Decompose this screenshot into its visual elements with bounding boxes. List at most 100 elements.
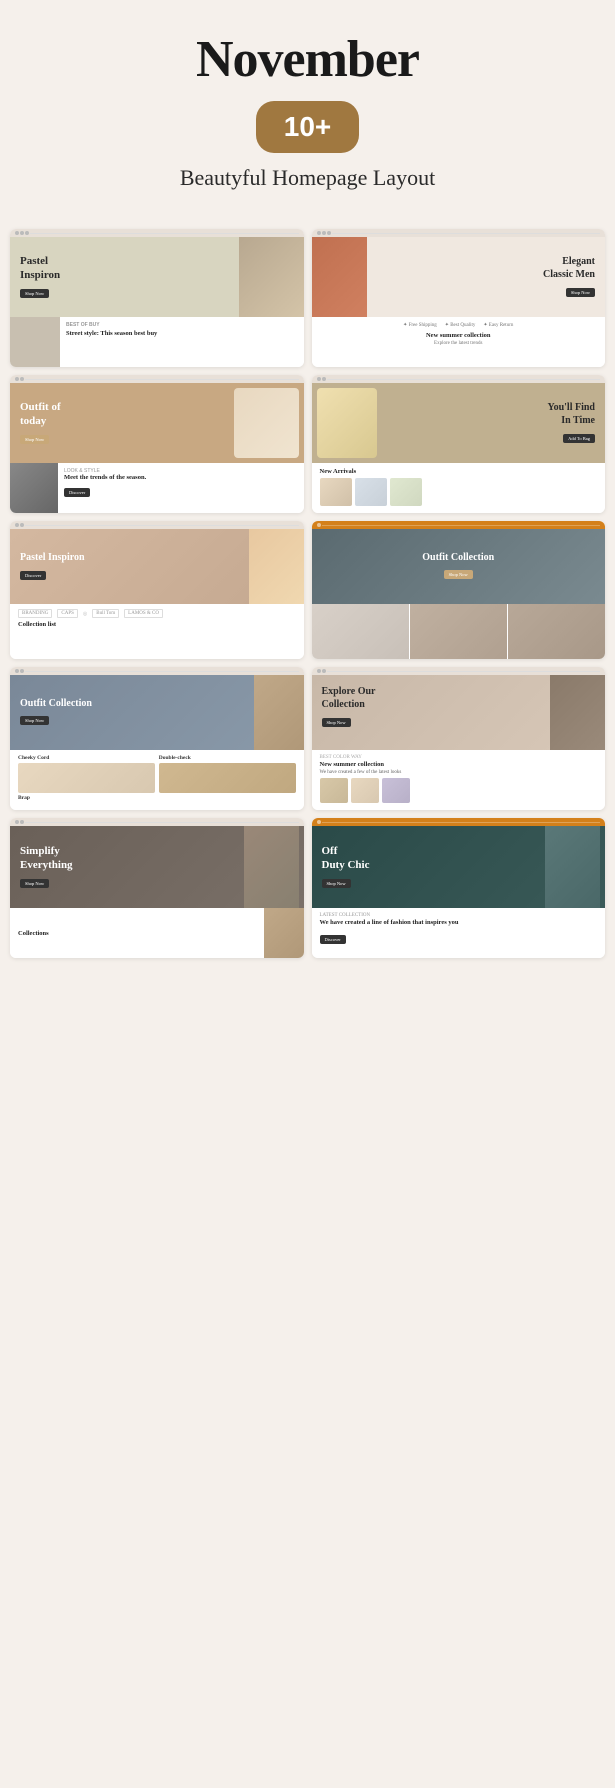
product-images-row: [320, 778, 598, 803]
nav-dot: [15, 669, 19, 673]
sub-title: New summer collection: [426, 332, 491, 339]
card-navbar: [312, 375, 606, 383]
sub-section: ✦ Free Shipping ✦ Best Quality ✦ Easy Re…: [312, 317, 606, 367]
hero-image: [254, 675, 304, 750]
nav-line: [332, 233, 601, 234]
layout-card-outfit-today[interactable]: Outfit oftoday Shop Now LOOK & STYLE Mee…: [10, 375, 304, 513]
card-navbar: [10, 521, 304, 529]
hero-title: Explore OurCollection: [322, 685, 376, 711]
layout-card-elegant-classic[interactable]: ElegantClassic Men Shop Now ✦ Free Shipp…: [312, 229, 606, 367]
hero-cta-button[interactable]: Shop Now: [322, 879, 351, 888]
nav-line: [25, 379, 299, 380]
products-row: Cheeky Cord Double-check: [18, 755, 296, 793]
page-subtitle: Beautyful Homepage Layout: [180, 165, 435, 191]
count-badge: 10+: [256, 101, 360, 153]
card-navbar: [10, 229, 304, 237]
nav-line: [30, 233, 299, 234]
nav-dot: [20, 820, 24, 824]
hero-image: [234, 388, 299, 458]
brand-logos-row: BRANDING CAPS ◎ Bull Tom LAMOS & CO: [18, 609, 296, 618]
hero-image: [317, 388, 377, 458]
sub-content: LOOK & STYLE Meet the trends of the seas…: [58, 463, 152, 513]
grid-row-1: PastelInspiron Shop Now BEST OF BUY Stre…: [10, 229, 605, 367]
hero-cta-button[interactable]: Shop Now: [322, 718, 351, 727]
feature-icons-row: ✦ Free Shipping ✦ Best Quality ✦ Easy Re…: [403, 322, 513, 328]
hero-section: PastelInspiron Shop Now: [10, 237, 304, 317]
hero-image: [239, 237, 304, 317]
brand-icon: ◎: [83, 611, 87, 617]
hero-cta-button[interactable]: Shop Now: [20, 289, 49, 298]
hero-cta-button[interactable]: Shop Now: [444, 570, 473, 579]
hero-section: Pastel Inspiron Discover: [10, 529, 304, 604]
hero-text-block: SimplifyEverything Shop Now: [20, 844, 73, 891]
sub-category-label: LATEST COLLECTION: [320, 913, 598, 918]
nav-dot: [327, 231, 331, 235]
sub-section: BRANDING CAPS ◎ Bull Tom LAMOS & CO Coll…: [10, 604, 304, 659]
hero-text-block: Outfit Collection Shop Now: [20, 698, 92, 727]
hero-text-block: ElegantClassic Men Shop Now: [543, 255, 595, 299]
grid-row-4: Outfit Collection Shop Now Cheeky Cord D…: [10, 667, 605, 810]
layout-card-outfit-collection-dark[interactable]: Outfit Collection Shop Now: [312, 521, 606, 659]
hero-image: [545, 826, 600, 908]
hero-cta-button[interactable]: Shop Now: [566, 288, 595, 297]
hero-title: Outfit Collection: [422, 552, 494, 563]
hero-cta-button[interactable]: Shop Now: [20, 716, 49, 725]
hero-title: SimplifyEverything: [20, 844, 73, 873]
sub-content: BEST OF BUY Street style: This season be…: [60, 317, 163, 367]
hero-image: [312, 237, 367, 317]
hero-section: Explore OurCollection Shop Now: [312, 675, 606, 750]
product-thumb: [351, 778, 379, 803]
hero-section: ElegantClassic Men Shop Now: [312, 237, 606, 317]
hero-section: Outfit Collection Shop Now: [10, 675, 304, 750]
hero-cta-button[interactable]: Shop Now: [20, 879, 49, 888]
nav-line: [25, 822, 299, 823]
hero-image: [249, 529, 304, 604]
sub-content: Collections: [10, 925, 264, 942]
product-thumb: [390, 478, 422, 506]
hero-text-block: Outfit oftoday Shop Now: [20, 400, 61, 447]
sub-body: We have created a few of the latest look…: [320, 770, 598, 775]
nav-line: [25, 525, 299, 526]
hero-cta-button[interactable]: Add To Bag: [563, 434, 595, 443]
card-navbar: [10, 818, 304, 826]
sub-title: We have created a line of fashion that i…: [320, 919, 598, 926]
nav-dot: [25, 231, 29, 235]
nav-dot: [322, 377, 326, 381]
page-title: November: [196, 30, 419, 89]
sub-category-label: BEST COLOR WAY: [320, 755, 598, 760]
layouts-grid: PastelInspiron Shop Now BEST OF BUY Stre…: [0, 221, 615, 978]
feature-icon: ✦ Easy Return: [483, 322, 513, 328]
hero-text-block: Pastel Inspiron Discover: [20, 551, 85, 582]
nav-dot: [322, 231, 326, 235]
layout-card-pastel-inspiron-2[interactable]: Pastel Inspiron Discover BRANDING CAPS ◎…: [10, 521, 304, 659]
layout-card-simplify-everything[interactable]: SimplifyEverything Shop Now Collections: [10, 818, 304, 958]
sub-cta-button[interactable]: Discover: [64, 488, 90, 497]
sub-section: Collections: [10, 908, 304, 958]
hero-section: Outfit Collection Shop Now: [312, 529, 606, 604]
sub-section: BEST OF BUY Street style: This season be…: [10, 317, 304, 367]
nav-dot: [317, 377, 321, 381]
hero-section: SimplifyEverything Shop Now: [10, 826, 304, 908]
sub-category: BEST OF BUY: [66, 322, 157, 328]
hero-cta-button[interactable]: Shop Now: [20, 435, 49, 444]
nav-dot: [15, 820, 19, 824]
hero-cta-button[interactable]: Discover: [20, 571, 46, 580]
nav-dot: [20, 523, 24, 527]
hero-title: PastelInspiron: [20, 254, 60, 283]
hero-title: You'll FindIn Time: [547, 401, 595, 427]
feature-icon: ✦ Free Shipping: [403, 322, 437, 328]
sub-image: [10, 463, 58, 513]
layout-card-explore-collection[interactable]: Explore OurCollection Shop Now BEST COLO…: [312, 667, 606, 810]
layout-card-find-in-time[interactable]: You'll FindIn Time Add To Bag New Arriva…: [312, 375, 606, 513]
nav-line: [322, 822, 601, 823]
card-navbar: [10, 375, 304, 383]
layout-card-pastel-inspiron[interactable]: PastelInspiron Shop Now BEST OF BUY Stre…: [10, 229, 304, 367]
card-navbar: [312, 521, 606, 529]
nav-dot: [317, 669, 321, 673]
layout-card-off-duty-chic[interactable]: OffDuty Chic Shop Now LATEST COLLECTION …: [312, 818, 606, 958]
nav-dot: [15, 377, 19, 381]
layout-card-outfit-collection-2[interactable]: Outfit Collection Shop Now Cheeky Cord D…: [10, 667, 304, 810]
sub-section: LATEST COLLECTION We have created a line…: [312, 908, 606, 958]
sub-cta-button[interactable]: Discover: [320, 935, 346, 944]
grid-row-3: Pastel Inspiron Discover BRANDING CAPS ◎…: [10, 521, 605, 659]
